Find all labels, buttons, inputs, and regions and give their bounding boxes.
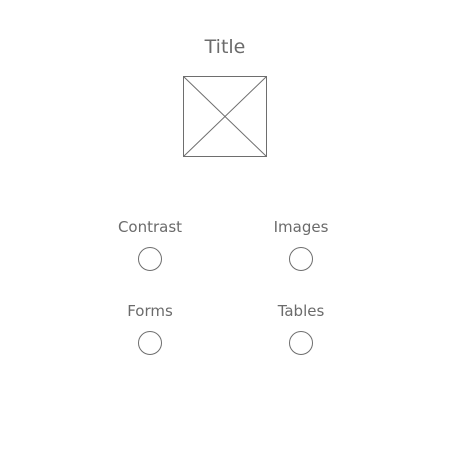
radio-images[interactable] [289, 247, 313, 271]
option-label-forms: Forms [127, 302, 173, 320]
radio-contrast[interactable] [138, 247, 162, 271]
option-tables: Tables [241, 302, 361, 355]
option-contrast: Contrast [90, 218, 210, 271]
image-placeholder [183, 76, 267, 157]
option-label-images: Images [273, 218, 329, 236]
option-label-tables: Tables [277, 302, 325, 320]
option-forms: Forms [90, 302, 210, 355]
image-placeholder-icon [183, 76, 267, 157]
radio-forms[interactable] [138, 331, 162, 355]
radio-tables[interactable] [289, 331, 313, 355]
page-title: Title [204, 36, 246, 58]
option-images: Images [241, 218, 361, 271]
option-label-contrast: Contrast [117, 218, 183, 236]
